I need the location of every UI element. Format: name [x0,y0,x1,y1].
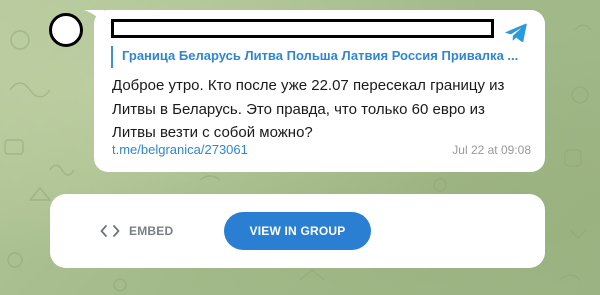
message-timestamp: Jul 22 at 09:08 [452,143,531,157]
preview-title[interactable]: Граница Беларусь Литва Польша Латвия Рос… [122,46,531,66]
embed-label: EMBED [129,224,174,238]
post-link[interactable]: t.me/belgranica/273061 [112,142,248,157]
embed-button[interactable]: EMBED [100,221,173,241]
telegram-share-icon[interactable] [504,22,528,44]
channel-avatar[interactable] [49,13,83,47]
message-line: Литвы везти с собой можно? [112,124,313,141]
view-in-group-button[interactable]: VIEW IN GROUP [224,212,371,250]
code-brackets-icon [100,225,120,237]
message-line: Доброе утро. Кто после уже 22.07 пересек… [112,77,505,94]
message-bubble: Граница Беларусь Литва Польша Латвия Рос… [94,10,545,172]
message-text: Доброе утро. Кто после уже 22.07 пересек… [112,74,532,145]
link-preview[interactable]: Граница Беларусь Литва Польша Латвия Рос… [111,46,531,68]
action-bar: EMBED VIEW IN GROUP [50,194,545,268]
message-line: Литвы в Беларусь. Это правда, что только… [112,100,485,118]
redacted-author-name [111,19,494,38]
